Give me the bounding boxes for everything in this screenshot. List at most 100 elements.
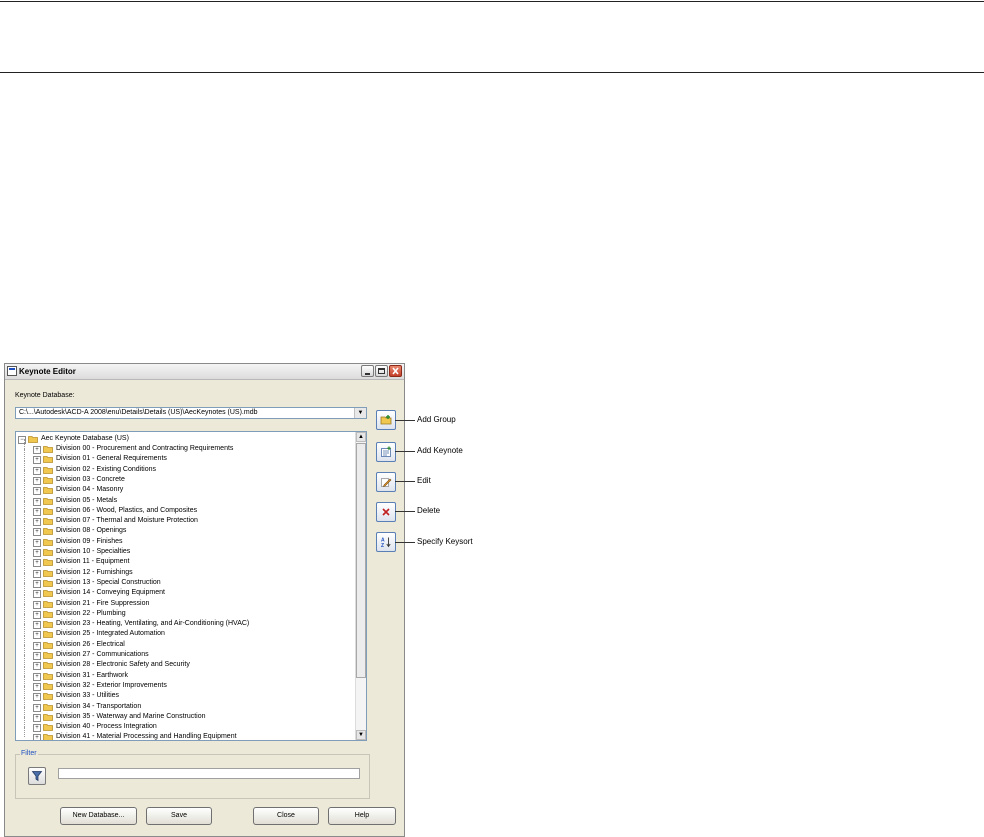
tree-item-label: Division 25 - Integrated Automation xyxy=(56,630,165,638)
folder-icon xyxy=(43,621,53,628)
expand-icon[interactable]: + xyxy=(33,652,41,660)
folder-icon xyxy=(43,549,53,556)
add-keynote-callout-line xyxy=(395,451,415,452)
tree-item-label: Division 22 - Plumbing xyxy=(56,609,126,617)
expand-icon[interactable]: + xyxy=(33,569,41,578)
expand-icon[interactable]: + xyxy=(33,693,41,702)
tree-item-label: Division 28 - Electronic Safety and Secu… xyxy=(56,661,190,669)
top-rule xyxy=(0,1,984,2)
title-bar[interactable]: Keynote Editor xyxy=(5,364,404,380)
expand-icon[interactable]: + xyxy=(33,590,41,599)
tree-connector xyxy=(24,655,26,666)
specify-keysort-callout: Specify Keysort xyxy=(417,537,473,546)
tree-connector xyxy=(24,542,26,552)
tree-connector xyxy=(24,511,26,522)
folder-icon xyxy=(43,672,53,680)
tree-connector xyxy=(24,439,26,449)
maximize-button[interactable] xyxy=(375,365,388,377)
expand-icon[interactable]: + xyxy=(33,549,41,557)
folder-icon xyxy=(43,713,53,721)
expand-icon[interactable]: + xyxy=(33,528,41,537)
expand-icon[interactable]: + xyxy=(33,518,41,527)
tree-item-label: Division 34 - Transportation xyxy=(56,702,142,710)
tree-item-label: Division 03 - Concrete xyxy=(56,475,125,483)
tree-item-label: Division 26 - Electrical xyxy=(56,640,125,648)
expand-icon[interactable]: + xyxy=(33,476,41,485)
expand-icon[interactable]: + xyxy=(33,662,41,671)
tree-scrollbar[interactable]: ▲ ▼ xyxy=(355,432,366,740)
close-icon xyxy=(392,367,399,375)
edit-button[interactable] xyxy=(376,472,396,492)
add-keynote-callout: Add Keynote xyxy=(417,446,463,455)
expand-icon[interactable]: + xyxy=(33,538,41,547)
delete-callout: Delete xyxy=(417,506,441,515)
expand-icon[interactable]: + xyxy=(33,672,41,681)
chevron-down-icon[interactable]: ▼ xyxy=(354,408,366,418)
tree-item-label: Division 05 - Metals xyxy=(56,496,118,504)
specify-keysort-callout-line xyxy=(395,542,415,543)
scroll-up-button[interactable]: ▲ xyxy=(356,432,366,442)
delete-callout-line xyxy=(395,511,415,512)
expand-icon[interactable]: + xyxy=(33,641,41,650)
expand-icon[interactable]: + xyxy=(33,466,41,475)
folder-icon xyxy=(43,703,53,711)
tree-item-label: Division 08 - Openings xyxy=(56,527,127,535)
new-database-button[interactable]: New Database... xyxy=(60,807,137,825)
expand-icon[interactable]: + xyxy=(33,703,41,712)
folder-icon xyxy=(43,600,53,608)
tree-item-label: Division 09 - Finishes xyxy=(56,537,123,545)
folder-icon xyxy=(28,436,38,443)
delete-button[interactable] xyxy=(376,502,396,522)
tree-connector xyxy=(24,675,26,686)
expand-icon[interactable]: + xyxy=(33,713,41,722)
scroll-down-button[interactable]: ▼ xyxy=(356,730,366,740)
tree-connector xyxy=(24,459,26,470)
svg-text:Z: Z xyxy=(381,543,384,548)
tree-item-label: Division 33 - Utilities xyxy=(56,692,120,700)
folder-icon xyxy=(43,682,53,690)
database-dropdown[interactable]: C:\...\Autodesk\ACD-A 2008\enu\Details\D… xyxy=(15,407,367,419)
expand-icon[interactable]: + xyxy=(33,682,41,691)
expand-icon[interactable]: + xyxy=(33,559,41,568)
minimize-button[interactable] xyxy=(361,365,374,377)
folder-icon xyxy=(43,652,53,659)
expand-icon[interactable]: + xyxy=(33,631,41,640)
expand-icon[interactable]: + xyxy=(33,724,41,733)
filter-button[interactable] xyxy=(28,767,46,785)
tree-item-label: Division 06 - Wood, Plastics, and Compos… xyxy=(56,506,198,514)
tree-connector xyxy=(24,552,26,563)
close-button[interactable]: Close xyxy=(253,807,319,825)
folder-icon xyxy=(43,559,53,567)
expand-icon[interactable]: + xyxy=(33,456,41,465)
tree-connector xyxy=(24,645,26,655)
add-group-button[interactable] xyxy=(376,410,396,430)
help-button[interactable]: Help xyxy=(328,807,396,825)
tree-item-label: Division 21 - Fire Suppression xyxy=(56,599,150,607)
minimize-icon xyxy=(365,373,370,375)
specify-keysort-button[interactable]: A Z xyxy=(376,532,396,552)
expand-icon[interactable]: + xyxy=(33,446,41,454)
expand-icon[interactable]: + xyxy=(33,497,41,506)
app-icon xyxy=(7,366,17,376)
scroll-thumb[interactable] xyxy=(356,443,366,678)
expand-icon[interactable]: + xyxy=(33,507,41,516)
expand-icon[interactable]: + xyxy=(33,610,41,619)
tree-connector xyxy=(24,603,26,614)
close-window-button[interactable] xyxy=(389,365,402,377)
expand-icon[interactable]: + xyxy=(33,621,41,630)
tree-item-label: Division 01 - General Requirements xyxy=(56,455,167,463)
expand-icon[interactable]: + xyxy=(33,600,41,609)
save-button[interactable]: Save xyxy=(146,807,212,825)
edit-callout: Edit xyxy=(417,476,431,485)
keynote-tree[interactable]: − Aec Keynote Database (US) + Division 00… xyxy=(15,431,367,741)
tree-connector xyxy=(24,717,26,728)
add-group-icon xyxy=(380,415,392,425)
expand-icon[interactable]: + xyxy=(33,487,41,496)
add-keynote-button[interactable] xyxy=(376,442,396,462)
add-keynote-icon xyxy=(381,446,391,457)
folder-icon xyxy=(43,446,53,453)
expand-icon[interactable]: + xyxy=(33,734,41,740)
expand-icon[interactable]: + xyxy=(33,579,41,588)
tree-connector xyxy=(24,686,26,697)
filter-input[interactable] xyxy=(58,768,360,779)
